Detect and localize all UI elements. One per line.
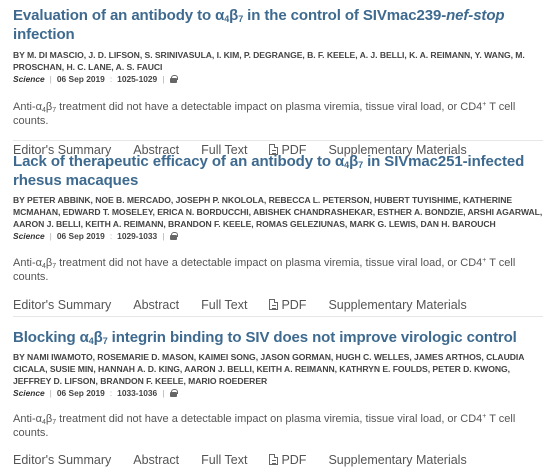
article-meta: Science | 06 Sep 2019 : 1029-1033 | bbox=[13, 230, 543, 242]
article-summary: Anti-α4β7 treatment did not have a detec… bbox=[13, 413, 516, 439]
author-list: By Peter Abbink, Noe B. Mercado, Joseph … bbox=[13, 195, 543, 229]
article-links: Editor's Summary Abstract Full Text PDF … bbox=[13, 298, 543, 312]
journal-name: Science bbox=[13, 74, 45, 84]
article-1: Evaluation of an antibody to α4β7 in the… bbox=[13, 6, 543, 157]
editors-summary-link[interactable]: Editor's Summary bbox=[13, 298, 111, 312]
supplementary-materials-link[interactable]: Supplementary Materials bbox=[328, 298, 466, 312]
journal-name: Science bbox=[13, 388, 45, 398]
article-summary: Anti-α4β7 treatment did not have a detec… bbox=[13, 101, 516, 127]
divider bbox=[13, 316, 543, 317]
article-3: Blocking α4β7 integrin binding to SIV do… bbox=[13, 328, 543, 467]
pdf-link[interactable]: PDF bbox=[269, 453, 306, 467]
pub-date: 06 Sep 2019 bbox=[56, 74, 105, 84]
article-title[interactable]: Lack of therapeutic efficacy of an antib… bbox=[13, 152, 543, 190]
full-text-link[interactable]: Full Text bbox=[201, 453, 247, 467]
article-summary: Anti-α4β7 treatment did not have a detec… bbox=[13, 257, 516, 283]
article-links: Editor's Summary Abstract Full Text PDF … bbox=[13, 453, 543, 467]
full-text-link[interactable]: Full Text bbox=[201, 298, 247, 312]
pub-date: 06 Sep 2019 bbox=[56, 388, 105, 398]
pdf-link[interactable]: PDF bbox=[269, 298, 306, 312]
page-range: 1033-1036 bbox=[117, 388, 158, 398]
page-range: 1025-1029 bbox=[117, 74, 158, 84]
divider bbox=[13, 140, 543, 141]
journal-name: Science bbox=[13, 231, 45, 241]
pub-date: 06 Sep 2019 bbox=[56, 231, 105, 241]
article-meta: Science | 06 Sep 2019 : 1025-1029 | bbox=[13, 73, 543, 85]
pdf-file-icon bbox=[269, 454, 279, 465]
author-list: By Nami Iwamoto, Rosemarie D. Mason, Kai… bbox=[13, 352, 525, 386]
lock-icon bbox=[170, 75, 179, 83]
abstract-link[interactable]: Abstract bbox=[133, 453, 179, 467]
article-title[interactable]: Evaluation of an antibody to α4β7 in the… bbox=[13, 6, 543, 44]
page-range: 1029-1033 bbox=[117, 231, 158, 241]
abstract-link[interactable]: Abstract bbox=[133, 298, 179, 312]
editors-summary-link[interactable]: Editor's Summary bbox=[13, 453, 111, 467]
article-title[interactable]: Blocking α4β7 integrin binding to SIV do… bbox=[13, 328, 543, 347]
author-list: By M. Di Mascio, J. D. Lifson, S. Sriniv… bbox=[13, 50, 525, 72]
lock-icon bbox=[170, 389, 179, 397]
supplementary-materials-link[interactable]: Supplementary Materials bbox=[328, 453, 466, 467]
pdf-file-icon bbox=[269, 299, 279, 310]
lock-icon bbox=[170, 232, 179, 240]
article-2: Lack of therapeutic efficacy of an antib… bbox=[13, 152, 543, 312]
article-meta: Science | 06 Sep 2019 : 1033-1036 | bbox=[13, 387, 543, 399]
